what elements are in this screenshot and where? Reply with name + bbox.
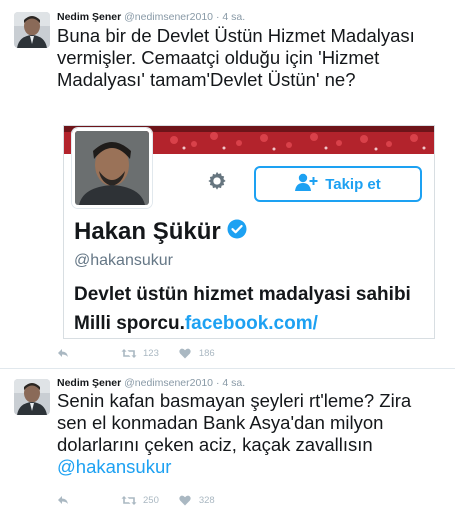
embedded-profile-handle: @hakansukur [74,252,173,269]
author-name[interactable]: Nedim Şener [57,377,121,389]
verified-badge-icon [227,218,247,246]
embedded-profile-avatar[interactable] [72,128,152,208]
tweet-actions: 123 186 [57,345,215,361]
heart-icon [179,348,191,359]
retweet-icon [121,348,137,359]
retweet-count: 123 [143,347,159,359]
like-count: 328 [198,494,215,506]
gear-icon[interactable] [206,170,228,197]
embedded-bio-link[interactable]: facebook.com/ [185,313,318,334]
embedded-profile-card[interactable]: Takip et Hakan Şükür @hakansukur Devlet … [63,125,435,339]
embedded-profile-name[interactable]: Hakan Şükür [74,218,247,246]
follow-button[interactable]: Takip et [254,166,422,202]
avatar[interactable] [14,12,50,48]
author-handle[interactable]: @nedimsener2010 [124,377,213,389]
reply-icon[interactable] [57,495,69,505]
retweet-action[interactable]: 123 [121,348,159,359]
embedded-profile-bio: Devlet üstün hizmet madalyasi sahibi Mil… [74,280,434,338]
follow-button-label: Takip et [325,175,381,193]
tweet-actions: 250 328 [57,492,215,508]
retweet-count: 250 [143,494,159,506]
mention-link[interactable]: @hakansukur [57,456,171,477]
avatar[interactable] [14,379,50,415]
tweet-header: Nedim Şener @nedimsener2010 · 4 sa. [57,377,245,389]
separator-dot: · [215,11,220,23]
like-count: 186 [198,347,215,359]
tweet-text-body: Senin kafan basmayan şeyleri rt'leme? Zi… [57,390,412,455]
reply-icon[interactable] [57,348,69,358]
separator-dot: · [215,377,220,389]
like-action[interactable]: 186 [179,348,215,359]
retweet-icon [121,495,137,506]
author-name[interactable]: Nedim Şener [57,11,121,23]
embedded-profile-name-text: Hakan Şükür [74,218,221,245]
timestamp[interactable]: 4 sa. [222,377,245,389]
tweet[interactable]: Nedim Şener @nedimsener2010 · 4 sa. Buna… [0,0,455,369]
tweet-text: Buna bir de Devlet Üstün Hizmet Madalyas… [57,25,415,90]
author-handle[interactable]: @nedimsener2010 [124,11,213,23]
timestamp[interactable]: 4 sa. [222,11,245,23]
tweet-text: Senin kafan basmayan şeyleri rt'leme? Zi… [57,390,443,478]
tweet-header: Nedim Şener @nedimsener2010 · 4 sa. [57,11,245,23]
tweet[interactable]: Nedim Şener @nedimsener2010 · 4 sa. Seni… [0,370,455,514]
add-user-icon [295,173,319,195]
heart-icon [179,495,191,506]
retweet-action[interactable]: 250 [121,495,159,506]
like-action[interactable]: 328 [179,495,215,506]
